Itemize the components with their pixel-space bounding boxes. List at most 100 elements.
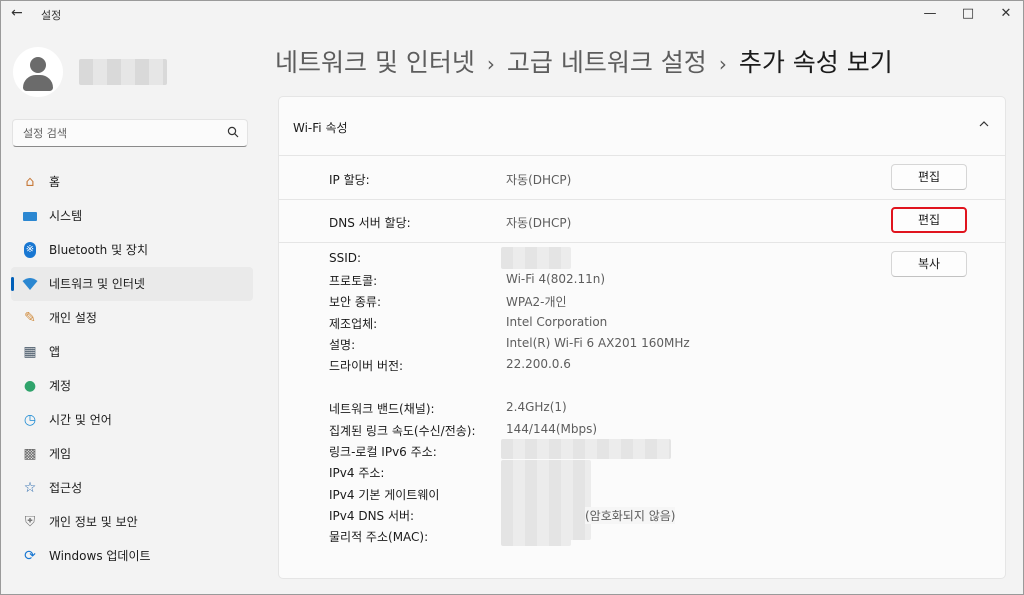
sidebar-item-system[interactable]: 시스템 (11, 199, 253, 233)
sidebar-item-label: 개인 설정 (49, 311, 97, 325)
apps-icon: ▦ (23, 344, 37, 360)
sidebar-nav: ⌂ 홈 시스템 ※ Bluetooth 및 장치 네트워크 및 인터넷 ✎ 개인… (11, 165, 253, 573)
manufacturer-value: Intel Corporation (506, 315, 608, 329)
driver-label: 드라이버 버전: (329, 359, 404, 373)
ip-assignment-value: 자동(DHCP) (506, 173, 572, 187)
driver-row: 드라이버 버전: 22.200.0.6 (279, 353, 1005, 374)
edit-ip-button[interactable]: 편집 (891, 164, 967, 190)
ssid-value-blurred (501, 247, 571, 269)
description-value: Intel(R) Wi-Fi 6 AX201 160MHz (506, 336, 690, 350)
edit-dns-button[interactable]: 편집 (891, 207, 967, 233)
sidebar-item-label: 시스템 (49, 209, 83, 223)
gamepad-icon: ▩ (23, 446, 37, 462)
ipv6-label: 링크-로컬 IPv6 주소: (329, 445, 437, 459)
mac-row: 물리적 주소(MAC): (279, 524, 1005, 546)
breadcrumb-network[interactable]: 네트워크 및 인터넷 (275, 48, 475, 77)
driver-value: 22.200.0.6 (506, 357, 571, 371)
security-row: 보안 종류: WPA2-개인 (279, 289, 1005, 310)
band-value: 2.4GHz(1) (506, 400, 567, 414)
band-label: 네트워크 밴드(채널): (329, 402, 435, 416)
link-speed-label: 집계된 링크 속도(수신/전송): (329, 424, 476, 438)
manufacturer-label: 제조업체: (329, 317, 378, 331)
link-speed-row: 집계된 링크 속도(수신/전송): 144/144(Mbps) (279, 418, 1005, 439)
globe-clock-icon: ◷ (23, 412, 37, 428)
avatar-body (23, 75, 53, 91)
sidebar-item-label: 네트워크 및 인터넷 (49, 277, 145, 291)
security-value: WPA2-개인 (506, 295, 567, 309)
chevron-up-icon[interactable] (977, 117, 991, 131)
sidebar-item-time-language[interactable]: ◷ 시간 및 언어 (11, 403, 253, 437)
search-icon[interactable] (227, 126, 239, 138)
sidebar-item-label: 계정 (49, 379, 72, 393)
ipv6-value-blurred (501, 439, 671, 459)
sidebar-item-label: Windows 업데이트 (49, 549, 151, 563)
page-title: 추가 속성 보기 (738, 48, 893, 77)
unencrypted-note: (암호화되지 않음) (585, 507, 676, 524)
breadcrumb-advanced[interactable]: 고급 네트워크 설정 (507, 48, 707, 77)
ssid-label: SSID: (329, 251, 362, 265)
avatar (13, 47, 63, 97)
user-name-blurred (79, 59, 167, 85)
sidebar-item-label: 게임 (49, 447, 72, 461)
home-icon: ⌂ (25, 174, 35, 190)
protocol-row: 프로토콜: Wi-Fi 4(802.11n) (279, 268, 1005, 289)
sidebar-item-personalization[interactable]: ✎ 개인 설정 (11, 301, 253, 335)
card-title: Wi-Fi 속성 (293, 121, 348, 135)
sidebar-item-network[interactable]: 네트워크 및 인터넷 (11, 267, 253, 301)
avatar-head (30, 57, 46, 73)
search-input[interactable] (13, 120, 223, 146)
sidebar-item-apps[interactable]: ▦ 앱 (11, 335, 253, 369)
protocol-label: 프로토콜: (329, 274, 378, 288)
sidebar-item-label: Bluetooth 및 장치 (49, 243, 149, 257)
ipv4-dns-row: IPv4 DNS 서버: (암호화되지 않음) (279, 503, 1005, 524)
mac-label: 물리적 주소(MAC): (329, 530, 429, 544)
sidebar-item-label: 시간 및 언어 (49, 413, 112, 427)
sidebar-item-accessibility[interactable]: ☆ 접근성 (11, 471, 253, 505)
sidebar-item-bluetooth[interactable]: ※ Bluetooth 및 장치 (11, 233, 253, 267)
sidebar-item-privacy[interactable]: ⛨ 개인 정보 및 보안 (11, 505, 253, 539)
dns-assignment-value: 자동(DHCP) (506, 216, 572, 230)
gateway-label: IPv4 기본 게이트웨이 (329, 488, 440, 502)
ipv4-row: IPv4 주소: (279, 460, 1005, 540)
title-bar: ← 설정 — □ ✕ (1, 1, 1023, 27)
app-title: 설정 (41, 9, 62, 22)
sidebar-item-windows-update[interactable]: ⟳ Windows 업데이트 (11, 539, 253, 573)
breadcrumb: 네트워크 및 인터넷 › 고급 네트워크 설정 › 추가 속성 보기 (275, 45, 893, 82)
ip-assignment-label: IP 할당: (329, 173, 370, 187)
card-header[interactable]: Wi-Fi 속성 (279, 97, 1005, 156)
protocol-value: Wi-Fi 4(802.11n) (506, 272, 606, 286)
mac-value-blurred (501, 524, 571, 546)
update-icon: ⟳ (24, 548, 36, 564)
close-button[interactable]: ✕ (983, 1, 1024, 27)
sidebar-item-accounts[interactable]: ● 계정 (11, 369, 253, 403)
ipv4-label: IPv4 주소: (329, 466, 385, 480)
dns-assignment-label: DNS 서버 할당: (329, 216, 411, 230)
description-row: 설명: Intel(R) Wi-Fi 6 AX201 160MHz (279, 332, 1005, 353)
ssid-row: SSID: (279, 247, 1005, 269)
brush-icon: ✎ (24, 310, 36, 326)
sidebar-item-label: 홈 (49, 175, 61, 189)
link-speed-value: 144/144(Mbps) (506, 422, 598, 436)
ipv6-row: 링크-로컬 IPv6 주소: (279, 439, 1005, 460)
bluetooth-icon: ※ (21, 241, 39, 259)
wifi-icon (21, 275, 39, 293)
monitor-icon (21, 207, 39, 225)
manufacturer-row: 제조업체: Intel Corporation (279, 311, 1005, 332)
band-row: 네트워크 밴드(채널): 2.4GHz(1) (279, 396, 1005, 417)
sidebar-item-label: 접근성 (49, 481, 83, 495)
search-box[interactable] (12, 119, 248, 147)
chevron-right-icon: › (486, 52, 495, 76)
sidebar-item-label: 개인 정보 및 보안 (49, 515, 138, 529)
accessibility-icon: ☆ (23, 480, 37, 496)
security-label: 보안 종류: (329, 295, 382, 309)
sidebar-item-label: 앱 (49, 345, 61, 359)
gateway-row: IPv4 기본 게이트웨이 (279, 482, 1005, 503)
description-label: 설명: (329, 338, 356, 352)
sidebar-item-gaming[interactable]: ▩ 게임 (11, 437, 253, 471)
wifi-properties-card: Wi-Fi 속성 IP 할당: 자동(DHCP) 편집 DNS 서버 할당: 자… (278, 96, 1006, 579)
dns-assignment-row: DNS 서버 할당: 자동(DHCP) 편집 (279, 199, 1005, 243)
sidebar-item-home[interactable]: ⌂ 홈 (11, 165, 253, 199)
back-arrow-icon[interactable]: ← (11, 5, 27, 21)
person-icon: ● (23, 378, 37, 394)
shield-icon: ⛨ (24, 514, 36, 530)
